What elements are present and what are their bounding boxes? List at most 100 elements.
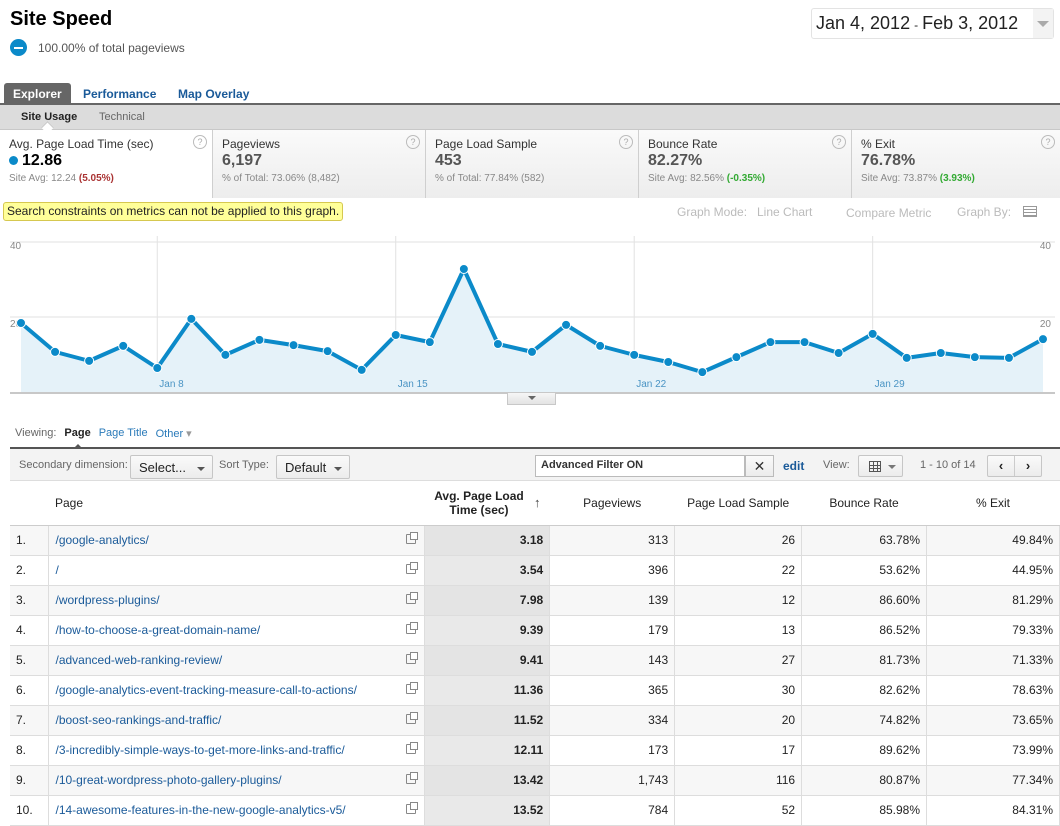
- column-header-avg-load-time[interactable]: Avg. Page Load Time (sec) ↑: [424, 481, 550, 526]
- subtab-technical[interactable]: Technical: [99, 111, 145, 123]
- open-external-icon[interactable]: [406, 621, 419, 634]
- page-load-sample-cell: 30: [674, 675, 803, 706]
- open-external-icon[interactable]: [406, 681, 419, 694]
- graph-by-label: Graph By:: [957, 205, 1012, 219]
- subtab-site-usage[interactable]: Site Usage: [21, 111, 77, 123]
- chevron-down-icon: [888, 465, 896, 469]
- dimension-page-title[interactable]: Page Title: [99, 427, 148, 440]
- page-link[interactable]: /boost-seo-rankings-and-traffic/: [55, 713, 221, 727]
- pageviews-cell: 143: [549, 645, 676, 676]
- page-link[interactable]: /wordpress-plugins/: [55, 593, 159, 607]
- y-tick-label-right: 20: [1040, 319, 1052, 330]
- open-external-icon[interactable]: [406, 531, 419, 544]
- advanced-filter-input[interactable]: Advanced Filter ON: [535, 455, 745, 477]
- x-tick-label: Jan 15: [398, 379, 428, 390]
- clear-filter-icon[interactable]: ✕: [745, 455, 774, 477]
- column-header-bounce-rate[interactable]: Bounce Rate: [801, 481, 927, 526]
- data-point: [799, 337, 810, 348]
- data-point: [833, 348, 844, 358]
- secondary-dimension-select[interactable]: Select...: [130, 455, 213, 479]
- data-point: [254, 334, 265, 345]
- segment-label: 100.00% of total pageviews: [38, 40, 185, 55]
- scorecard-exit[interactable]: % Exit 76.78% Site Avg: 73.87% (3.93%) ?: [852, 130, 1060, 198]
- tab-map-overlay[interactable]: Map Overlay: [169, 83, 258, 105]
- scorecard-value: 76.78%: [861, 152, 916, 169]
- scorecard-label: Pageviews: [222, 137, 281, 151]
- scorecard-pageviews[interactable]: Pageviews 6,197 % of Total: 73.06% (8,48…: [213, 130, 426, 198]
- segment-indicator[interactable]: 100.00% of total pageviews: [10, 39, 185, 56]
- page-link[interactable]: /14-awesome-features-in-the-new-google-a…: [55, 803, 345, 817]
- scorecard-label: % Exit: [861, 137, 896, 151]
- graph-by-day-icon[interactable]: [1023, 206, 1037, 217]
- page-link[interactable]: /: [55, 563, 58, 577]
- help-icon[interactable]: ?: [406, 135, 420, 149]
- tab-performance[interactable]: Performance: [74, 83, 165, 105]
- compare-metric-button[interactable]: Compare Metric: [846, 206, 931, 220]
- chart-collapse-handle[interactable]: [507, 393, 556, 405]
- scorecard-sub-text: Site Avg: 12.24: [9, 173, 79, 184]
- open-external-icon[interactable]: [406, 561, 419, 574]
- sort-type-select[interactable]: Default: [276, 455, 350, 479]
- data-table: Page Avg. Page Load Time (sec) ↑ Pageview…: [10, 481, 1060, 826]
- page-link[interactable]: /10-great-wordpress-photo-gallery-plugin…: [55, 773, 281, 787]
- previous-page-button[interactable]: ‹: [988, 456, 1015, 476]
- graph-mode-select[interactable]: Line Chart: [757, 205, 812, 219]
- tab-explorer[interactable]: Explorer: [4, 83, 71, 105]
- data-point: [118, 340, 129, 351]
- open-external-icon[interactable]: [406, 801, 419, 814]
- y-tick-label-right: 40: [1040, 241, 1052, 252]
- open-external-icon[interactable]: [406, 651, 419, 664]
- chevron-down-icon[interactable]: [1033, 9, 1053, 38]
- data-point: [356, 364, 367, 375]
- page-link[interactable]: /google-analytics/: [55, 533, 148, 547]
- page-cell: /10-great-wordpress-photo-gallery-plugin…: [48, 765, 426, 796]
- help-icon[interactable]: ?: [832, 135, 846, 149]
- scorecard-bounce-rate[interactable]: Bounce Rate 82.27% Site Avg: 82.56% (-0.…: [639, 130, 852, 198]
- row-index: 10.: [10, 795, 50, 826]
- open-external-icon[interactable]: [406, 771, 419, 784]
- column-header-exit[interactable]: % Exit: [926, 481, 1060, 526]
- dimension-page[interactable]: Page: [64, 427, 91, 450]
- data-point: [561, 319, 572, 330]
- help-icon[interactable]: ?: [1041, 135, 1055, 149]
- page-link[interactable]: /advanced-web-ranking-review/: [55, 653, 222, 667]
- scorecard-value: 12.86: [9, 152, 203, 170]
- open-external-icon[interactable]: [406, 711, 419, 724]
- help-icon[interactable]: ?: [193, 135, 207, 149]
- avg-load-time-cell: 11.36: [424, 675, 551, 706]
- column-header-page[interactable]: Page: [48, 481, 425, 526]
- bounce-rate-cell: 80.87%: [801, 765, 928, 796]
- page-link[interactable]: /how-to-choose-a-great-domain-name/: [55, 623, 260, 637]
- table-row: 6. /google-analytics-event-tracking-measu…: [10, 675, 1060, 706]
- help-icon[interactable]: ?: [619, 135, 633, 149]
- view-label: View:: [823, 459, 850, 471]
- table-header-row: Page Avg. Page Load Time (sec) ↑ Pageview…: [10, 481, 1060, 526]
- data-point: [935, 348, 946, 358]
- page-load-sample-cell: 17: [674, 735, 803, 766]
- page-load-sample-cell: 22: [674, 555, 803, 586]
- next-page-button[interactable]: ›: [1015, 456, 1041, 476]
- open-external-icon[interactable]: [406, 591, 419, 604]
- view-type-button[interactable]: [858, 455, 903, 477]
- open-external-icon[interactable]: [406, 741, 419, 754]
- y-tick-label-left: 40: [10, 241, 22, 252]
- scorecard-avg-page-load-time[interactable]: Avg. Page Load Time (sec) 12.86 Site Avg…: [0, 130, 213, 198]
- graph-mode-label: Graph Mode:: [677, 205, 748, 219]
- page-link[interactable]: /google-analytics-event-tracking-measure…: [55, 683, 356, 697]
- edit-filter-link[interactable]: edit: [783, 459, 804, 473]
- scorecard-label: Page Load Sample: [435, 137, 538, 151]
- primary-dimension-selector: Viewing: Page Page Title Other: [15, 427, 192, 450]
- pageviews-cell: 334: [549, 705, 676, 736]
- header-index: [10, 481, 49, 526]
- page-cell: /3-incredibly-simple-ways-to-get-more-li…: [48, 735, 426, 766]
- data-point: [901, 352, 912, 363]
- date-range-picker[interactable]: Jan 4, 2012- Feb 3, 2012: [811, 8, 1054, 39]
- column-header-page-load-sample[interactable]: Page Load Sample: [674, 481, 802, 526]
- dimension-other-dropdown[interactable]: Other: [156, 427, 192, 440]
- page-link[interactable]: /3-incredibly-simple-ways-to-get-more-li…: [55, 743, 344, 757]
- avg-load-time-cell: 9.39: [424, 615, 551, 646]
- column-header-pageviews[interactable]: Pageviews: [549, 481, 675, 526]
- chart-svg: 20 2040 40Jan 8 Jan 15 Jan 22 Jan 29: [10, 236, 1055, 394]
- data-point: [186, 313, 197, 324]
- scorecard-page-load-sample[interactable]: Page Load Sample 453 % of Total: 77.84% …: [426, 130, 639, 198]
